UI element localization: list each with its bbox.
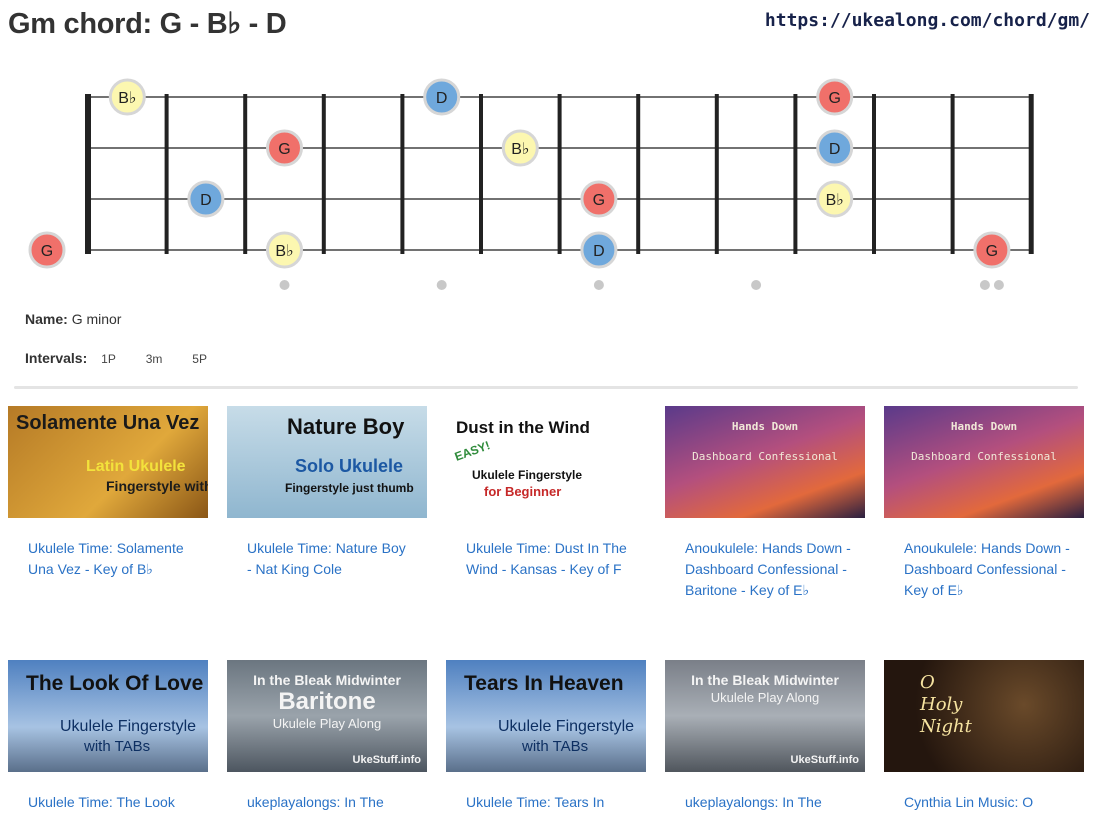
thumb-title: Hands Down (950, 420, 1018, 433)
interval-3: 5P (192, 352, 207, 366)
video-thumbnail[interactable]: Nature Boy Solo Ukulele Fingerstyle just… (227, 406, 427, 518)
note-label: G (278, 141, 290, 158)
video-thumbnail[interactable]: In the Bleak Midwinter Baritone Ukulele … (227, 660, 427, 772)
note-label: B♭ (118, 90, 136, 107)
chord-name-row: Name: G minor (25, 311, 121, 327)
name-label: Name: (25, 311, 68, 327)
thumb-caption: with TABs (84, 738, 151, 755)
video-card[interactable]: Hands Down Dashboard Confessional Anouku… (884, 406, 1084, 601)
interval-1: 1P (101, 352, 116, 366)
thumb-subtitle: Dashboard Confessional (692, 450, 838, 463)
thumb-watermark: UkeStuff.info (790, 754, 859, 766)
thumb-subtitle: Latin Ukulele (86, 458, 186, 475)
video-link[interactable]: Cynthia Lin Music: O (904, 792, 1070, 813)
inlay-dot (993, 280, 1004, 290)
video-link[interactable]: Ukulele Time: Dust In The Wind - Kansas … (466, 538, 632, 580)
note-label: G (828, 90, 840, 107)
thumb-title: O Holy Night (920, 672, 972, 737)
video-link[interactable]: ukeplayalongs: In The (247, 792, 413, 813)
page-url[interactable]: https://ukealong.com/chord/gm/ (765, 10, 1090, 31)
inlay-dot (436, 280, 447, 290)
thumb-caption: Fingerstyle with TABs (106, 478, 208, 494)
thumb-title: In the Bleak Midwinter (253, 672, 401, 688)
section-divider (14, 386, 1078, 389)
video-link[interactable]: ukeplayalongs: In The (685, 792, 851, 813)
video-thumbnail[interactable]: Tears In Heaven Ukulele Fingerstyle with… (446, 660, 646, 772)
thumb-title: The Look Of Love (26, 672, 204, 695)
thumb-title: Nature Boy (287, 414, 405, 439)
thumb-title: Tears In Heaven (464, 672, 624, 695)
video-link[interactable]: Ukulele Time: Nature Boy - Nat King Cole (247, 538, 413, 580)
intervals-label: Intervals: (25, 350, 88, 366)
video-thumbnail[interactable]: Hands Down Dashboard Confessional (884, 406, 1084, 518)
video-link[interactable]: Ukulele Time: The Look (28, 792, 194, 813)
thumb-subtitle: Ukulele Fingerstyle (498, 718, 635, 735)
video-card[interactable]: The Look Of Love Ukulele Fingerstyle wit… (8, 660, 208, 813)
thumb-subtitle: Ukulele Fingerstyle (60, 718, 197, 735)
video-thumbnail[interactable]: Hands Down Dashboard Confessional (665, 406, 865, 518)
thumb-title: In the Bleak Midwinter (691, 672, 839, 688)
video-link[interactable]: Anoukulele: Hands Down - Dashboard Confe… (685, 538, 851, 601)
note-label: B♭ (826, 192, 844, 209)
thumb-subtitle: Ukulele Fingerstyle (472, 468, 583, 482)
thumb-subtitle: Dashboard Confessional (911, 450, 1057, 463)
note-label: D (593, 243, 605, 260)
thumb-badge: EASY! (452, 438, 492, 464)
fretboard-diagram: B♭ D G G B♭ D D G B♭ G B♭ D G (28, 78, 1034, 290)
thumb-watermark: UkeStuff.info (352, 754, 421, 766)
thumb-caption: for Beginner (484, 484, 562, 499)
video-link[interactable]: Ukulele Time: Solamente Una Vez - Key of… (28, 538, 194, 580)
thumb-caption: Ukulele Play Along (272, 716, 382, 731)
video-card[interactable]: In the Bleak Midwinter Baritone Ukulele … (227, 660, 427, 813)
video-thumbnail[interactable]: Dust in the Wind EASY! Ukulele Fingersty… (446, 406, 646, 518)
intervals-row: Intervals: 1P 3m 5P (25, 350, 219, 366)
video-card[interactable]: Nature Boy Solo Ukulele Fingerstyle just… (227, 406, 427, 580)
video-card[interactable]: Dust in the Wind EASY! Ukulele Fingersty… (446, 406, 646, 580)
note-label: D (436, 90, 448, 107)
video-link[interactable]: Ukulele Time: Tears In (466, 792, 632, 813)
chord-name: G minor (71, 311, 122, 327)
video-thumbnail[interactable]: The Look Of Love Ukulele Fingerstyle wit… (8, 660, 208, 772)
video-thumbnail[interactable]: Solamente Una Vez Latin Ukulele Fingerst… (8, 406, 208, 518)
video-card[interactable]: Hands Down Dashboard Confessional Anouku… (665, 406, 865, 601)
thumb-caption: Fingerstyle just thumb (285, 481, 414, 495)
thumb-caption: with TABs (522, 738, 589, 755)
note-label: B♭ (511, 141, 529, 158)
inlay-dot (279, 280, 290, 290)
thumb-subtitle: Baritone (278, 688, 376, 715)
video-link[interactable]: Anoukulele: Hands Down - Dashboard Confe… (904, 538, 1070, 601)
inlay-dot (751, 280, 762, 290)
thumb-subtitle: Ukulele Play Along (710, 690, 820, 705)
thumb-title: Hands Down (731, 420, 799, 433)
note-label: D (829, 141, 841, 158)
video-card[interactable]: O Holy Night Cynthia Lin Music: O (884, 660, 1084, 813)
thumb-title: Dust in the Wind (456, 418, 590, 437)
thumb-subtitle: Solo Ukulele (295, 456, 404, 476)
video-thumbnail[interactable]: O Holy Night (884, 660, 1084, 772)
note-label: B♭ (275, 243, 293, 260)
inlay-dot (593, 280, 604, 290)
video-card[interactable]: Tears In Heaven Ukulele Fingerstyle with… (446, 660, 646, 813)
note-label: G (986, 243, 998, 260)
note-label: G (41, 243, 53, 260)
inlay-dot (979, 280, 990, 290)
interval-2: 3m (145, 352, 163, 366)
page-title: Gm chord: G - B♭ - D (8, 8, 287, 40)
note-label: G (593, 192, 605, 209)
video-card[interactable]: In the Bleak Midwinter Ukulele Play Alon… (665, 660, 865, 813)
note-label: D (200, 192, 212, 209)
video-thumbnail[interactable]: In the Bleak Midwinter Ukulele Play Alon… (665, 660, 865, 772)
video-card[interactable]: Solamente Una Vez Latin Ukulele Fingerst… (8, 406, 208, 580)
thumb-title: Solamente Una Vez (16, 412, 200, 434)
